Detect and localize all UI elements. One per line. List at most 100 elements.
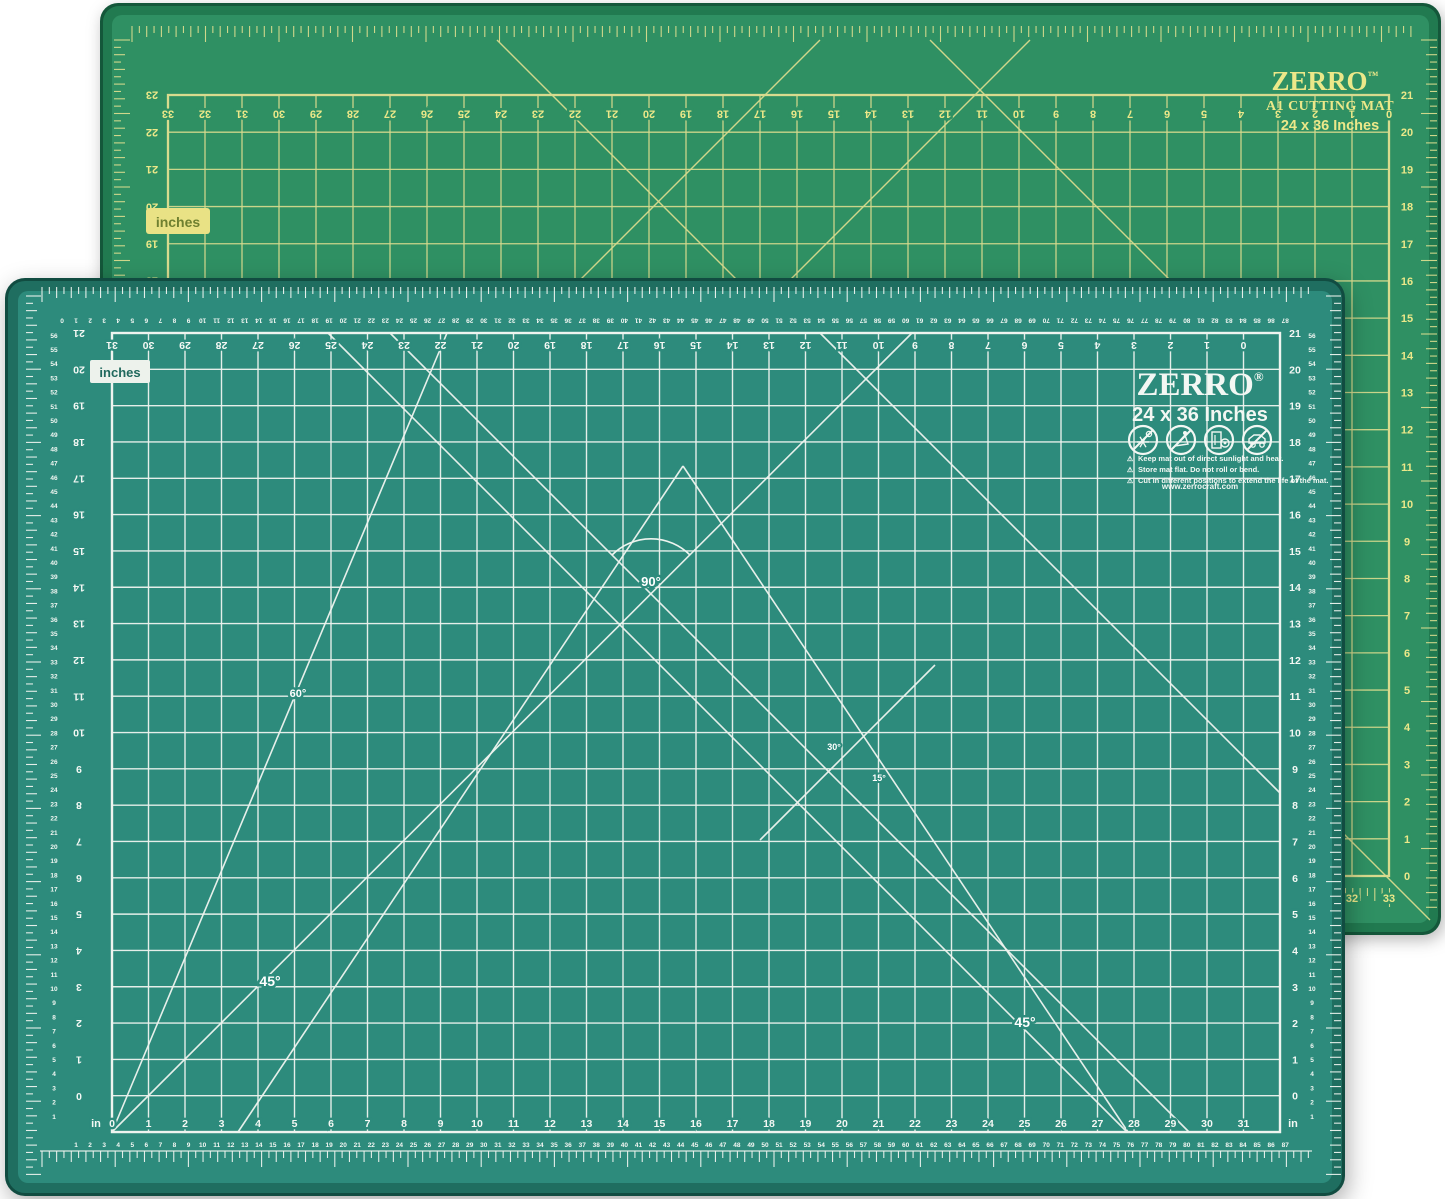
svg-text:36: 36	[50, 617, 58, 624]
svg-text:11: 11	[1289, 691, 1300, 703]
svg-text:17: 17	[727, 1118, 739, 1130]
svg-text:47: 47	[719, 1142, 727, 1149]
svg-text:27: 27	[1092, 1118, 1104, 1130]
svg-text:16: 16	[690, 1118, 702, 1130]
svg-text:4: 4	[255, 1118, 261, 1130]
svg-text:32: 32	[508, 317, 516, 324]
svg-text:9: 9	[438, 1118, 444, 1130]
svg-text:29: 29	[466, 1142, 474, 1149]
svg-text:18: 18	[73, 436, 85, 448]
svg-text:68: 68	[1014, 1142, 1022, 1149]
svg-text:12: 12	[1401, 425, 1413, 437]
svg-text:48: 48	[733, 317, 741, 324]
svg-text:30: 30	[480, 1142, 488, 1149]
svg-text:72: 72	[1070, 317, 1078, 324]
svg-text:43: 43	[50, 517, 58, 524]
svg-text:3: 3	[76, 981, 82, 993]
svg-text:26: 26	[289, 339, 301, 351]
svg-text:8: 8	[948, 339, 954, 351]
svg-text:31: 31	[106, 339, 118, 351]
svg-text:16: 16	[1401, 276, 1413, 288]
svg-text:13: 13	[763, 339, 775, 351]
svg-text:5: 5	[1292, 909, 1298, 921]
svg-text:67: 67	[1000, 1142, 1008, 1149]
svg-text:30: 30	[50, 702, 58, 709]
svg-text:49: 49	[747, 317, 755, 324]
svg-text:12: 12	[73, 654, 85, 666]
svg-text:66: 66	[986, 317, 994, 324]
svg-text:10: 10	[873, 339, 885, 351]
svg-text:85: 85	[1253, 317, 1261, 324]
svg-text:10: 10	[1401, 499, 1413, 511]
svg-text:7: 7	[1127, 108, 1133, 120]
svg-text:83: 83	[1225, 317, 1233, 324]
svg-text:30: 30	[1308, 702, 1316, 709]
svg-text:4: 4	[1237, 108, 1244, 120]
svg-text:inches: inches	[99, 365, 140, 380]
svg-text:77: 77	[1141, 1142, 1149, 1149]
svg-text:44: 44	[677, 317, 685, 324]
svg-text:21: 21	[50, 830, 58, 837]
svg-text:24: 24	[395, 317, 403, 324]
svg-text:37: 37	[50, 603, 58, 610]
svg-text:10: 10	[199, 317, 207, 324]
svg-text:21: 21	[606, 108, 618, 120]
svg-text:40: 40	[620, 317, 628, 324]
svg-text:14: 14	[255, 317, 263, 324]
svg-text:3: 3	[52, 1085, 56, 1092]
svg-text:16: 16	[654, 339, 666, 351]
svg-text:12: 12	[1308, 958, 1316, 965]
svg-text:54: 54	[817, 317, 825, 324]
svg-text:12: 12	[227, 317, 235, 324]
svg-text:36: 36	[564, 317, 572, 324]
svg-text:14: 14	[50, 929, 58, 936]
svg-text:2: 2	[88, 1142, 92, 1149]
svg-text:38: 38	[592, 317, 600, 324]
svg-text:28: 28	[216, 339, 228, 351]
svg-text:27: 27	[252, 339, 264, 351]
svg-text:24: 24	[362, 339, 374, 351]
svg-text:62: 62	[930, 317, 938, 324]
svg-text:51: 51	[1308, 404, 1316, 411]
svg-text:14: 14	[73, 581, 85, 593]
svg-text:52: 52	[1308, 390, 1316, 397]
svg-text:20: 20	[1401, 127, 1413, 139]
svg-text:16: 16	[1289, 510, 1301, 522]
angle-label-45-right: 45°	[1014, 1014, 1035, 1030]
svg-text:51: 51	[775, 317, 783, 324]
svg-text:29: 29	[50, 716, 58, 723]
svg-text:85: 85	[1253, 1142, 1261, 1149]
svg-text:37: 37	[1308, 603, 1316, 610]
svg-text:53: 53	[50, 375, 58, 382]
unit-in-label-right: in	[1288, 1118, 1298, 1130]
svg-text:6: 6	[145, 1142, 149, 1149]
svg-text:20: 20	[1308, 844, 1316, 851]
svg-text:35: 35	[1308, 631, 1316, 638]
svg-text:28: 28	[1128, 1118, 1140, 1130]
svg-text:19: 19	[73, 400, 85, 412]
svg-text:4: 4	[52, 1071, 56, 1078]
svg-text:28: 28	[50, 730, 58, 737]
svg-text:25: 25	[1019, 1118, 1031, 1130]
svg-text:17: 17	[754, 108, 766, 120]
svg-text:35: 35	[50, 631, 58, 638]
svg-text:57: 57	[860, 1142, 868, 1149]
svg-text:8: 8	[1090, 108, 1096, 120]
warning-text: Keep mat out of direct sunlight and heat…	[1138, 454, 1283, 463]
svg-text:21: 21	[354, 1142, 362, 1149]
svg-text:18: 18	[311, 1142, 319, 1149]
svg-text:81: 81	[1197, 1142, 1205, 1149]
svg-text:58: 58	[873, 317, 881, 324]
svg-text:39: 39	[607, 1142, 615, 1149]
svg-text:29: 29	[310, 108, 322, 120]
svg-text:54: 54	[50, 361, 58, 368]
svg-text:84: 84	[1239, 317, 1247, 324]
svg-text:63: 63	[944, 317, 952, 324]
back-product-name: A1 CUTTING MAT	[1266, 99, 1394, 114]
svg-text:67: 67	[1000, 317, 1008, 324]
svg-text:30: 30	[143, 339, 155, 351]
svg-text:44: 44	[1308, 503, 1316, 510]
svg-text:1: 1	[1404, 834, 1410, 846]
svg-text:5: 5	[1201, 108, 1207, 120]
svg-text:28: 28	[1308, 730, 1316, 737]
